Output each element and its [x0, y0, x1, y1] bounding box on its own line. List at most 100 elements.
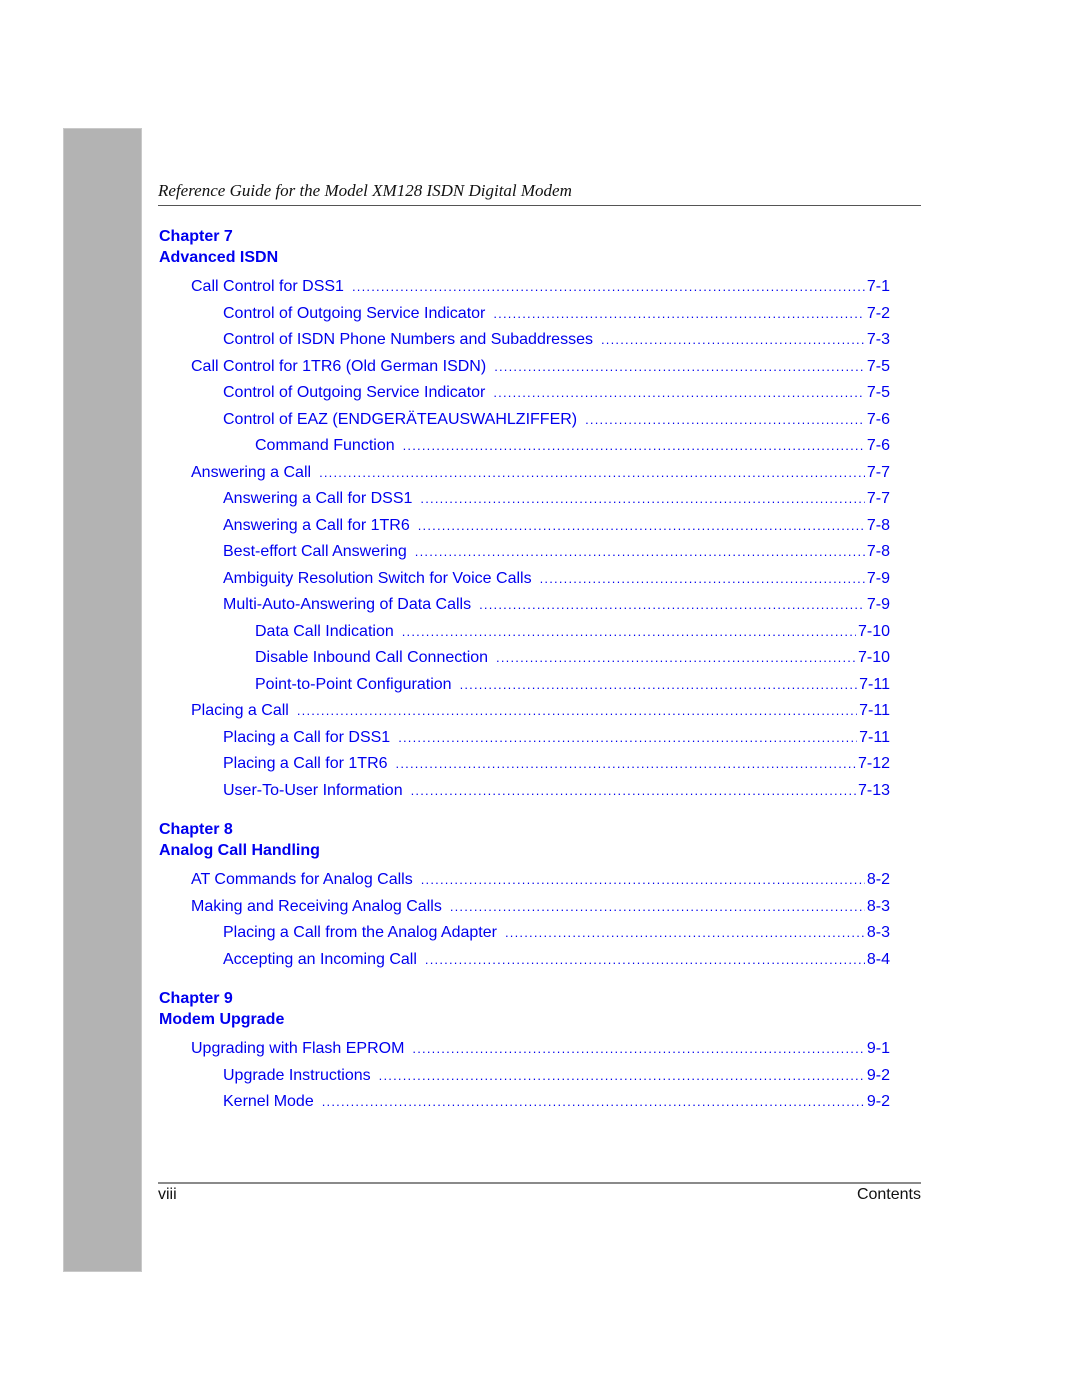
toc-entry-label[interactable]: User-To-User Information — [223, 781, 411, 801]
chapter-number[interactable]: Chapter 9 — [159, 988, 233, 1009]
dot-leader — [412, 1039, 864, 1059]
dot-leader — [297, 701, 857, 721]
toc-entry[interactable]: Disable Inbound Call Connection 7-10 — [255, 648, 890, 668]
toc-entry-label[interactable]: Call Control for DSS1 — [191, 277, 352, 297]
dot-leader — [425, 950, 865, 970]
toc-entry[interactable]: Control of ISDN Phone Numbers and Subadd… — [223, 330, 890, 350]
chapter-title[interactable]: Advanced ISDN — [159, 247, 278, 268]
toc-entry-label[interactable]: Answering a Call for DSS1 — [223, 489, 420, 509]
toc-entry-page[interactable]: 8-3 — [865, 923, 890, 943]
toc-entry[interactable]: Answering a Call for 1TR6 7-8 — [223, 516, 890, 536]
toc-entry-page[interactable]: 7-3 — [865, 330, 890, 350]
chapter-number[interactable]: Chapter 8 — [159, 819, 233, 840]
toc-entry-label[interactable]: Ambiguity Resolution Switch for Voice Ca… — [223, 569, 540, 589]
toc-entry[interactable]: Placing a Call for DSS1 7-11 — [223, 728, 890, 748]
toc-entry-page[interactable]: 7-8 — [865, 542, 890, 562]
toc-entry-page[interactable]: 8-3 — [865, 897, 890, 917]
toc-entry-page[interactable]: 9-1 — [865, 1039, 890, 1059]
toc-entry-page[interactable]: 9-2 — [865, 1066, 890, 1086]
toc-entry[interactable]: Upgrade Instructions 9-2 — [223, 1066, 890, 1086]
toc-entry-page[interactable]: 7-5 — [865, 357, 890, 377]
toc-entry[interactable]: Control of Outgoing Service Indicator 7-2 — [223, 304, 890, 324]
toc-entry-page[interactable]: 7-12 — [856, 754, 890, 774]
toc-entry-page[interactable]: 7-10 — [856, 648, 890, 668]
toc-entry-label[interactable]: Making and Receiving Analog Calls — [191, 897, 450, 917]
toc-entry[interactable]: Placing a Call from the Analog Adapter 8-… — [223, 923, 890, 943]
toc-entry[interactable]: Ambiguity Resolution Switch for Voice Ca… — [223, 569, 890, 589]
toc-entry-page[interactable]: 7-10 — [856, 622, 890, 642]
toc-entry-label[interactable]: Accepting an Incoming Call — [223, 950, 425, 970]
toc-entry[interactable]: Data Call Indication 7-10 — [255, 622, 890, 642]
toc-entry[interactable]: Multi-Auto-Answering of Data Calls 7-9 — [223, 595, 890, 615]
toc-entry-page[interactable]: 7-5 — [865, 383, 890, 403]
toc-entry-label[interactable]: Answering a Call — [191, 463, 319, 483]
toc-entry[interactable]: Accepting an Incoming Call 8-4 — [223, 950, 890, 970]
dot-leader — [601, 330, 865, 350]
dot-leader — [415, 542, 865, 562]
toc-entry-label[interactable]: Placing a Call for DSS1 — [223, 728, 398, 748]
toc-entry[interactable]: Answering a Call 7-7 — [191, 463, 890, 483]
toc-entry-label[interactable]: Kernel Mode — [223, 1092, 322, 1112]
dot-leader — [494, 357, 865, 377]
toc-entry-page[interactable]: 7-8 — [865, 516, 890, 536]
dot-leader — [493, 383, 865, 403]
toc-entry-label[interactable]: Point-to-Point Configuration — [255, 675, 460, 695]
toc-entry[interactable]: Call Control for DSS1 7-1 — [191, 277, 890, 297]
toc-entry[interactable]: Making and Receiving Analog Calls 8-3 — [191, 897, 890, 917]
toc-entry-label[interactable]: Answering a Call for 1TR6 — [223, 516, 418, 536]
toc-entry-page[interactable]: 7-7 — [865, 489, 890, 509]
dot-leader — [411, 781, 856, 801]
toc-entry[interactable]: AT Commands for Analog Calls 8-2 — [191, 870, 890, 890]
toc-entry-page[interactable]: 7-1 — [865, 277, 890, 297]
toc-entry-label[interactable]: Control of Outgoing Service Indicator — [223, 304, 493, 324]
toc-entry[interactable]: Placing a Call for 1TR6 7-12 — [223, 754, 890, 774]
dot-leader — [322, 1092, 865, 1112]
toc-entry[interactable]: Best-effort Call Answering 7-8 — [223, 542, 890, 562]
toc-entry-label[interactable]: Placing a Call for 1TR6 — [223, 754, 396, 774]
toc-entry-label[interactable]: Data Call Indication — [255, 622, 402, 642]
chapter-title[interactable]: Analog Call Handling — [159, 840, 320, 861]
toc-entry-page[interactable]: 7-11 — [857, 675, 890, 695]
toc-entry-label[interactable]: Disable Inbound Call Connection — [255, 648, 496, 668]
toc-entry-label[interactable]: Placing a Call — [191, 701, 297, 721]
toc-entry-page[interactable]: 9-2 — [865, 1092, 890, 1112]
toc-entry-label[interactable]: Control of ISDN Phone Numbers and Subadd… — [223, 330, 601, 350]
toc-entry-label[interactable]: Upgrading with Flash EPROM — [191, 1039, 412, 1059]
dot-leader — [398, 728, 857, 748]
chapter-number[interactable]: Chapter 7 — [159, 226, 233, 247]
toc-entry-page[interactable]: 7-6 — [865, 436, 890, 456]
toc-entry-label[interactable]: Upgrade Instructions — [223, 1066, 379, 1086]
dot-leader — [505, 923, 865, 943]
toc-entry-label[interactable]: Multi-Auto-Answering of Data Calls — [223, 595, 479, 615]
toc-entry-page[interactable]: 7-11 — [857, 728, 890, 748]
toc-entry[interactable]: Kernel Mode 9-2 — [223, 1092, 890, 1112]
toc-entry-page[interactable]: 7-11 — [857, 701, 890, 721]
toc-entry[interactable]: User-To-User Information 7-13 — [223, 781, 890, 801]
toc-entry-label[interactable]: Control of Outgoing Service Indicator — [223, 383, 493, 403]
toc-entry-label[interactable]: Control of EAZ (ENDGERÄTEAUSWAHLZIFFER) — [223, 410, 585, 430]
toc-entry[interactable]: Answering a Call for DSS1 7-7 — [223, 489, 890, 509]
toc-entry[interactable]: Upgrading with Flash EPROM 9-1 — [191, 1039, 890, 1059]
toc-entry-label[interactable]: Command Function — [255, 436, 403, 456]
section-name: Contents — [856, 1186, 921, 1203]
toc-entry-label[interactable]: Call Control for 1TR6 (Old German ISDN) — [191, 357, 494, 377]
toc-entry-page[interactable]: 7-6 — [865, 410, 890, 430]
toc-entry-page[interactable]: 7-9 — [865, 569, 890, 589]
toc-entry-page[interactable]: 7-9 — [865, 595, 890, 615]
toc-entry[interactable]: Placing a Call 7-11 — [191, 701, 890, 721]
toc-entry-page[interactable]: 7-13 — [856, 781, 890, 801]
toc-entry-label[interactable]: AT Commands for Analog Calls — [191, 870, 421, 890]
dot-leader — [402, 622, 856, 642]
toc-entry-label[interactable]: Placing a Call from the Analog Adapter — [223, 923, 505, 943]
toc-entry-page[interactable]: 8-2 — [865, 870, 890, 890]
toc-entry[interactable]: Control of Outgoing Service Indicator 7-5 — [223, 383, 890, 403]
toc-entry[interactable]: Call Control for 1TR6 (Old German ISDN) 7… — [191, 357, 890, 377]
chapter-title[interactable]: Modem Upgrade — [159, 1009, 284, 1030]
toc-entry[interactable]: Control of EAZ (ENDGERÄTEAUSWAHLZIFFER) 7… — [223, 410, 890, 430]
toc-entry[interactable]: Command Function 7-6 — [255, 436, 890, 456]
toc-entry-page[interactable]: 8-4 — [865, 950, 890, 970]
toc-entry-label[interactable]: Best-effort Call Answering — [223, 542, 415, 562]
toc-entry[interactable]: Point-to-Point Configuration 7-11 — [255, 675, 890, 695]
toc-entry-page[interactable]: 7-2 — [865, 304, 890, 324]
toc-entry-page[interactable]: 7-7 — [865, 463, 890, 483]
